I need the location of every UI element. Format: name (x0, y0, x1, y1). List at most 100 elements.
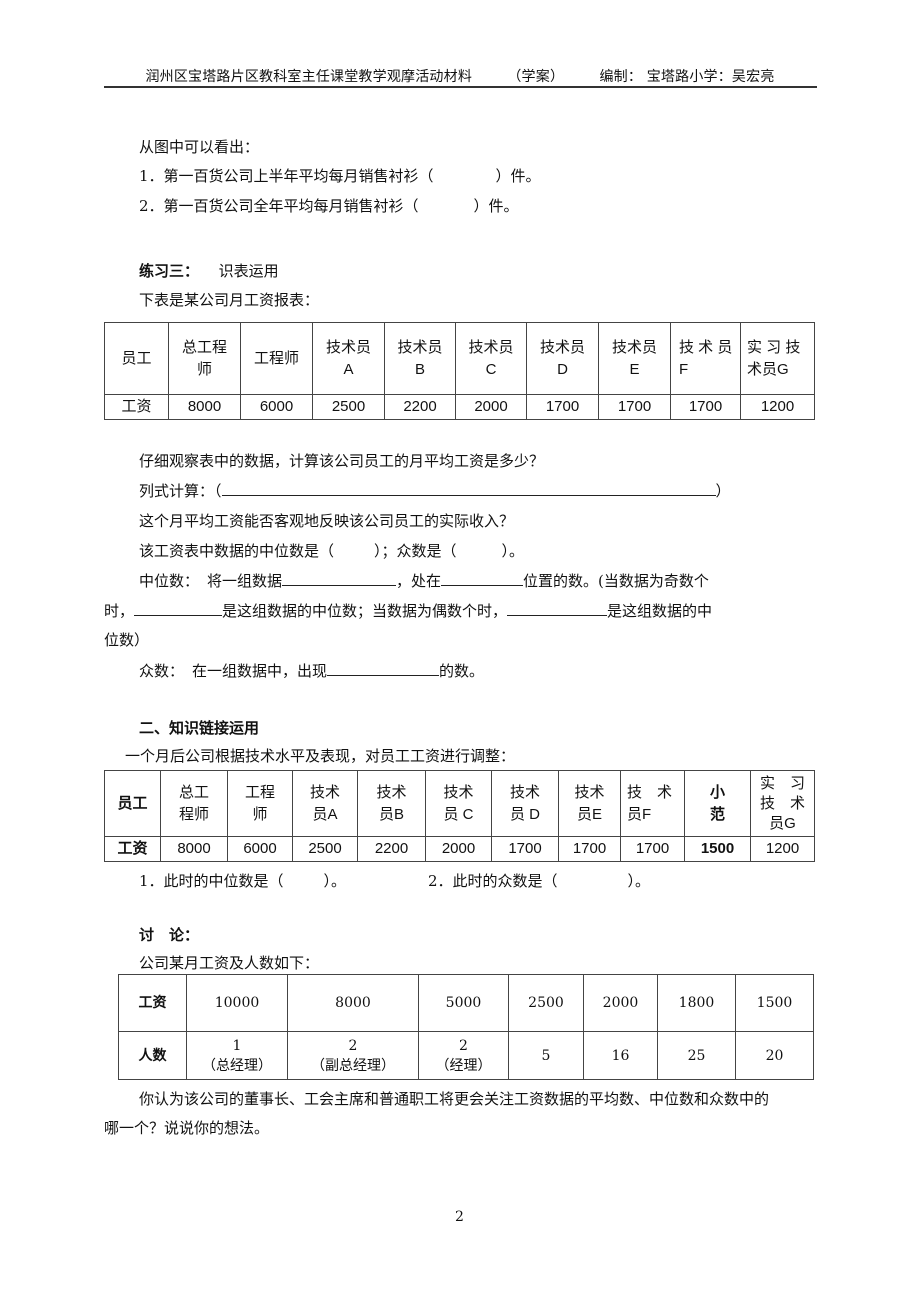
discussion-question-line2: 哪一个？说说你的想法。 (104, 1119, 270, 1137)
salary-cell: 2000 (455, 394, 527, 420)
mode-definition: 众数： 在一组数据中，出现 的数。 (139, 661, 485, 680)
headcount-cell: 2 （副总经理） (287, 1031, 419, 1080)
header-cell: 技术员E (558, 770, 621, 837)
salary-cell: 1700 (670, 394, 741, 420)
header-rule (104, 86, 817, 88)
question-median-mode: 该工资表中数据的中位数是（ ）；众数是（）。 (139, 542, 525, 560)
section2-question-2: 2．此时的众数是（）。 (428, 872, 651, 890)
header-cell: 技 术员F (620, 770, 685, 837)
headcount-cell: 5 (508, 1031, 584, 1080)
salary-cell: 1700 (491, 836, 559, 862)
header-cell: 技术员E (598, 322, 671, 395)
row-label-salary: 工资 (118, 974, 187, 1032)
headcount-cell: 25 (657, 1031, 736, 1080)
salary-cell: 2000 (583, 974, 658, 1032)
header-cell: 工程师 (240, 322, 313, 395)
headcount-cell: 1 （总经理） (186, 1031, 288, 1080)
salary-cell: 10000 (186, 974, 288, 1032)
salary-cell: 1700 (558, 836, 621, 862)
salary-cell: 8000 (160, 836, 228, 862)
exercise3-desc: 下表是某公司月工资报表： (139, 291, 320, 309)
header-cell: 技术员A (312, 322, 385, 395)
salary-cell: 2500 (312, 394, 385, 420)
salary-cell: 2200 (384, 394, 456, 420)
question-reflect: 这个月平均工资能否客观地反映该公司员工的实际收入？ (139, 512, 515, 530)
page-number: 2 (455, 1209, 464, 1225)
headcount-cell: 2 （经理） (418, 1031, 509, 1080)
section2-question-1: 1．此时的中位数是（）。 (139, 872, 347, 890)
exercise3-subtitle: 识表运用 (218, 262, 279, 280)
salary-cell: 2500 (508, 974, 584, 1032)
header-cell: 小范 (684, 770, 751, 837)
salary-cell: 6000 (240, 394, 313, 420)
exercise3-title: 练习三： (139, 262, 200, 280)
row-label-salary: 工资 (104, 836, 161, 862)
salary-table-1: 员工 总工程师 工程师 技术员 A 技术员 B 技术员 C 技术员 D 技术员 E 技 术… (104, 322, 815, 420)
table-row-employee: 员工 总工 程师 工程师 技术 员A 技术 员B 技术员 C 技术员 D 技术 员E 技… (104, 770, 815, 837)
fill-blank[interactable] (134, 601, 223, 616)
table-row-employee: 员工 总工程师 工程师 技术员 A 技术员 B 技术员 C 技术员 D 技术员 E 技 术… (104, 322, 815, 395)
salary-cell: 1200 (740, 394, 815, 420)
table-row-salary: 工资 10000 8000 5000 2500 2000 1800 1500 (118, 974, 814, 1032)
header-cell: 实 习 技术员G (740, 322, 815, 395)
exercise3-heading: 练习三： 识表运用 (139, 261, 279, 281)
salary-headcount-table: 工资 10000 8000 5000 2500 2000 1800 1500 人… (118, 974, 814, 1080)
calc-blank[interactable] (221, 481, 716, 496)
header-cell: 总工程师 (168, 322, 241, 395)
salary-cell: 8000 (287, 974, 419, 1032)
question-average: 仔细观察表中的数据，计算该公司员工的月平均工资是多少？ (139, 452, 545, 470)
header-cell: 技术员 C (425, 770, 492, 837)
intro-question-2: 2．第一百货公司全年平均每月销售衬衫（ ）件。 (139, 197, 519, 215)
calc-line: 列式计算：（） (139, 481, 731, 500)
salary-cell: 8000 (168, 394, 241, 420)
header-cell: 技术员 D (526, 322, 599, 395)
header-doc-type: （学案） (507, 69, 565, 85)
header-cell: 技术员 C (455, 322, 527, 395)
salary-cell: 1700 (620, 836, 685, 862)
fill-blank[interactable] (507, 601, 608, 616)
row-label-salary: 工资 (104, 394, 169, 420)
row-label-headcount: 人数 (118, 1031, 187, 1080)
salary-cell: 2500 (292, 836, 358, 862)
fill-blank[interactable] (327, 661, 440, 676)
intro-lead: 从图中可以看出： (139, 138, 260, 156)
row-label-employee: 员工 (104, 322, 169, 395)
discussion-desc: 公司某月工资及人数如下： (139, 954, 320, 972)
salary-cell: 1500 (735, 974, 814, 1032)
discussion-title: 讨 论： (139, 926, 200, 944)
salary-cell: 1700 (598, 394, 671, 420)
table-row-salary: 工资 8000 6000 2500 2200 2000 1700 1700 17… (104, 836, 815, 862)
salary-cell: 1700 (526, 394, 599, 420)
salary-cell: 1800 (657, 974, 736, 1032)
header-cell: 工程师 (227, 770, 293, 837)
salary-cell: 1200 (750, 836, 815, 862)
fill-blank[interactable] (282, 571, 397, 586)
header-cell: 总工程师 (160, 770, 228, 837)
header-cell: 技术员B (384, 322, 456, 395)
section2-desc: 一个月后公司根据技术水平及表现，对员工工资进行调整： (125, 747, 516, 765)
row-label-employee: 员工 (104, 770, 161, 837)
discussion-question-line1: 你认为该公司的董事长、工会主席和普通职工将更会关注工资数据的平均数、中位数和众数… (139, 1090, 770, 1108)
header-cell: 技术员B (357, 770, 426, 837)
headcount-cell: 16 (583, 1031, 658, 1080)
header-title: 润州区宝塔路片区教科室主任课堂教学观摩活动材料 (145, 69, 473, 85)
salary-cell: 2000 (425, 836, 492, 862)
salary-cell: 6000 (227, 836, 293, 862)
headcount-cell: 20 (735, 1031, 814, 1080)
header-cell: 技 术 员F (670, 322, 741, 395)
median-definition-line1: 中位数： 将一组数据 ，处在 位置的数。(当数据为奇数个 (139, 571, 709, 590)
salary-table-2: 员工 总工 程师 工程师 技术 员A 技术 员B 技术员 C 技术员 D 技术 员E 技… (104, 770, 815, 862)
salary-cell: 1500 (684, 836, 751, 862)
salary-cell: 5000 (418, 974, 509, 1032)
table-row-salary: 工资 8000 6000 2500 2200 2000 1700 1700 17… (104, 394, 815, 420)
header-cell: 技术员 D (491, 770, 559, 837)
fill-blank[interactable] (441, 571, 524, 586)
section2-title: 二、知识链接运用 (139, 719, 260, 737)
table-row-headcount: 人数 1 （总经理） 2 （副总经理） 2 （经理） 5 16 25 20 (118, 1031, 814, 1080)
header-cell: 实 习技 术员G (750, 770, 815, 837)
intro-question-1: 1．第一百货公司上半年平均每月销售衬衫（ ）件。 (139, 167, 541, 185)
header-cell: 技术员A (292, 770, 358, 837)
salary-cell: 2200 (357, 836, 426, 862)
page-header: 润州区宝塔路片区教科室主任课堂教学观摩活动材料 （学案） 编制： 宝塔路小学：吴… (0, 66, 920, 86)
median-definition-line3: 位数） (104, 631, 150, 649)
